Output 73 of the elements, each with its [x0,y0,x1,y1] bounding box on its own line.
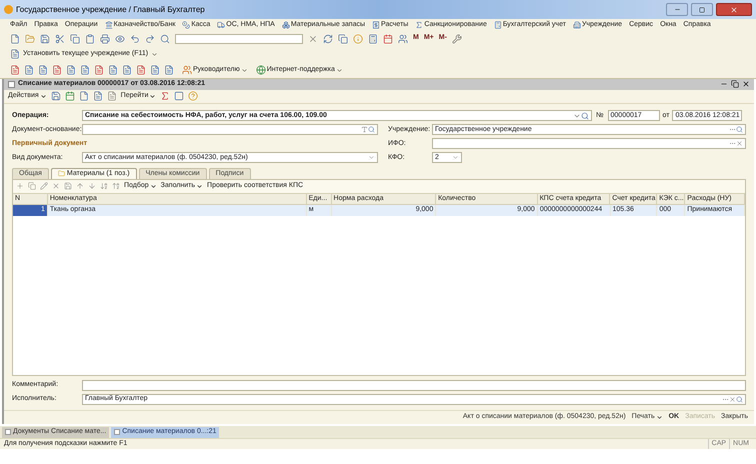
maximize-icon [699,6,705,12]
caret-icon [150,182,157,190]
comment-field[interactable] [82,380,746,392]
manager-icon [182,65,192,75]
preview-icon [115,34,125,44]
search-icon [581,112,589,120]
menu-item-icon [372,21,380,29]
scissors-icon [55,34,65,44]
document-icon [10,49,20,59]
caret-icon [40,92,47,100]
dropdown-icon [368,154,375,162]
search-icon [736,126,743,134]
delete-icon [52,182,60,190]
save-icon [40,34,50,44]
add-icon [16,182,24,190]
undo-icon [130,34,140,44]
globe-icon [256,65,266,75]
down-arrow-icon [88,182,96,190]
save-icon [64,182,72,190]
menu-item-icon [415,21,424,29]
search-icon [368,126,375,134]
copy-icon [70,34,80,44]
menu-item-icon [572,21,581,29]
menu-item-icon [104,21,113,29]
restore-icon [731,80,739,88]
calculator-icon [368,34,378,44]
caret-icon [196,182,204,190]
maximize-button[interactable] [691,3,713,16]
close-icon [730,6,738,14]
clear-icon [729,396,736,404]
redo-icon [145,34,155,44]
caret-icon [336,66,343,74]
minimize-icon [674,6,680,13]
document-icon [92,91,103,102]
clear-icon [308,34,318,44]
menu-item-icon [217,21,226,29]
basis-field[interactable] [82,124,378,136]
menu-item-icon [282,21,290,29]
sort-ascending-icon [100,182,108,190]
save-icon [50,91,61,102]
open-folder-icon [25,34,35,44]
edit-icon [40,182,48,190]
caret-icon [656,414,663,422]
wrench-icon [452,34,462,44]
menu-item-icon [182,21,190,29]
copy-icon [28,182,36,190]
ifo-field[interactable] [432,138,746,150]
caret-icon [240,66,248,74]
printer-icon [100,34,110,44]
menu-item-icon [494,21,502,29]
info-icon [353,34,363,44]
close-icon [742,80,750,88]
search-icon [736,396,743,404]
clipboard-icon [85,34,95,44]
up-arrow-icon [76,182,84,190]
refresh-icon [323,34,333,44]
new-document-icon [10,34,20,44]
users-icon [398,34,408,44]
folder-icon [58,170,65,178]
dropdown-icon [452,154,459,162]
window-title: Государственное учреждение / Главный Бухгалтер [16,4,205,16]
app-logo-icon [4,5,13,14]
calendar-icon [383,34,393,44]
type-icon [361,126,368,134]
search-icon [160,34,170,44]
help-icon [188,91,198,102]
caret-icon [151,50,158,58]
search-field[interactable] [175,34,303,44]
caret-icon [149,92,156,100]
document-icon [106,91,117,102]
clear-icon [736,140,743,148]
document-icon [8,80,15,88]
sort-descending-icon [112,182,120,190]
